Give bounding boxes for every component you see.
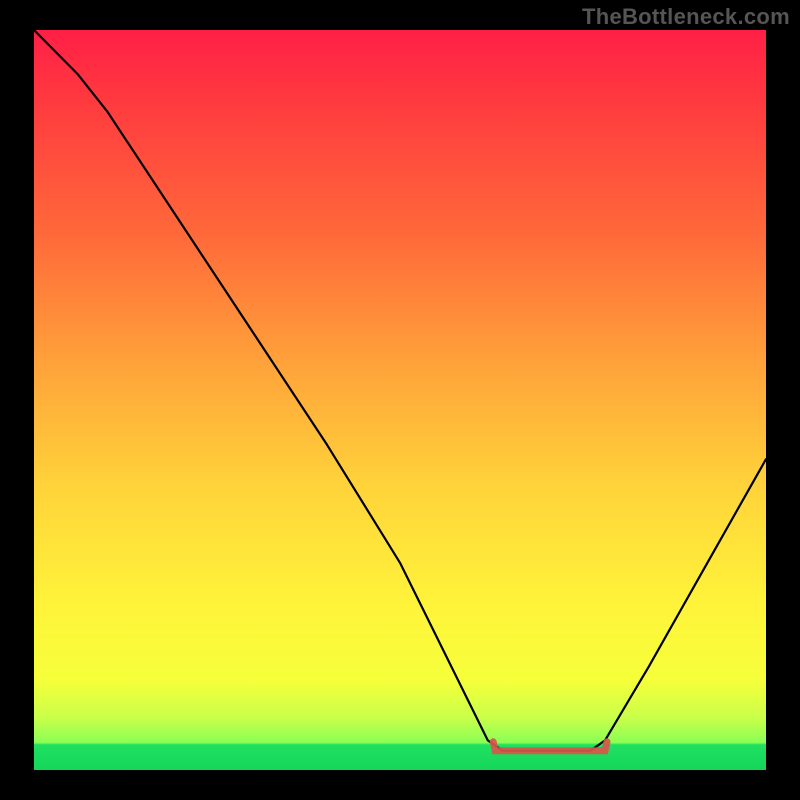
chart-frame: TheBottleneck.com [0, 0, 800, 800]
plot-area [34, 30, 766, 770]
bottleneck-curve-path [34, 30, 766, 751]
valley-marker [493, 742, 607, 751]
curve-svg [34, 30, 766, 770]
watermark-text: TheBottleneck.com [582, 4, 790, 30]
